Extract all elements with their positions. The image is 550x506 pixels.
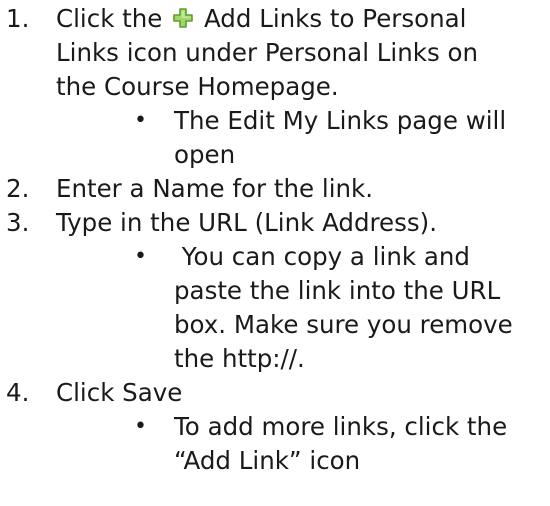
step-3-bullet-1-line-3: box. Make sure you remove [174,310,513,339]
step-3-bullet-1-line-4: the http://. [174,344,305,373]
step-4-number: 4. [6,378,30,407]
bullet-symbol: • [134,414,147,439]
instruction-list: 1. Click the Add Links to Personal Links… [0,2,550,478]
step-2-number: 2. [6,174,30,203]
bullet-symbol: • [134,244,147,269]
step-4: 4. Click Save [0,376,550,410]
step-1-number: 1. [6,4,30,33]
step-1-bullet-1-line-2: open [174,140,236,169]
step-3-number: 3. [6,208,30,237]
step-3-bullet-1-cont-1: paste the link into the URL [0,274,550,308]
step-2-text: Enter a Name for the link. [56,174,374,203]
step-1-bullet-1-cont: open [0,138,550,172]
step-1-text-line-3: the Course Homepage. [56,72,339,101]
step-4-bullet-1-line-1: To add more links, click the [174,412,508,441]
step-3-bullet-1-line-2: paste the link into the URL [174,276,501,305]
step-2: 2. Enter a Name for the link. [0,172,550,206]
step-1-bullet-1-line-1: The Edit My Links page will [174,106,507,135]
step-1: 1. Click the Add Links to Personal [0,2,550,36]
step-1-line-2: Links icon under Personal Links on [0,36,550,70]
step-1-bullet-1: • The Edit My Links page will [0,104,550,138]
step-3: 3. Type in the URL (Link Address). [0,206,550,240]
step-1-text-line-1a: Click the [56,4,163,33]
step-4-text: Click Save [56,378,183,407]
bullet-symbol: • [134,108,147,133]
step-1-text-line-2: Links icon under Personal Links on [56,38,479,67]
step-1-text-line-1b: Add Links to Personal [203,4,467,33]
step-3-bullet-1-cont-2: box. Make sure you remove [0,308,550,342]
add-plus-icon [172,7,194,29]
step-4-bullet-1-line-2: “Add Link” icon [174,446,361,475]
step-1-line-3: the Course Homepage. [0,70,550,104]
step-3-text: Type in the URL (Link Address). [56,208,438,237]
step-3-bullet-1: • You can copy a link and [0,240,550,274]
step-4-bullet-1-cont: “Add Link” icon [0,444,550,478]
step-3-bullet-1-cont-3: the http://. [0,342,550,376]
step-4-bullet-1: • To add more links, click the [0,410,550,444]
step-3-bullet-1-line-1: You can copy a link and [174,242,470,271]
